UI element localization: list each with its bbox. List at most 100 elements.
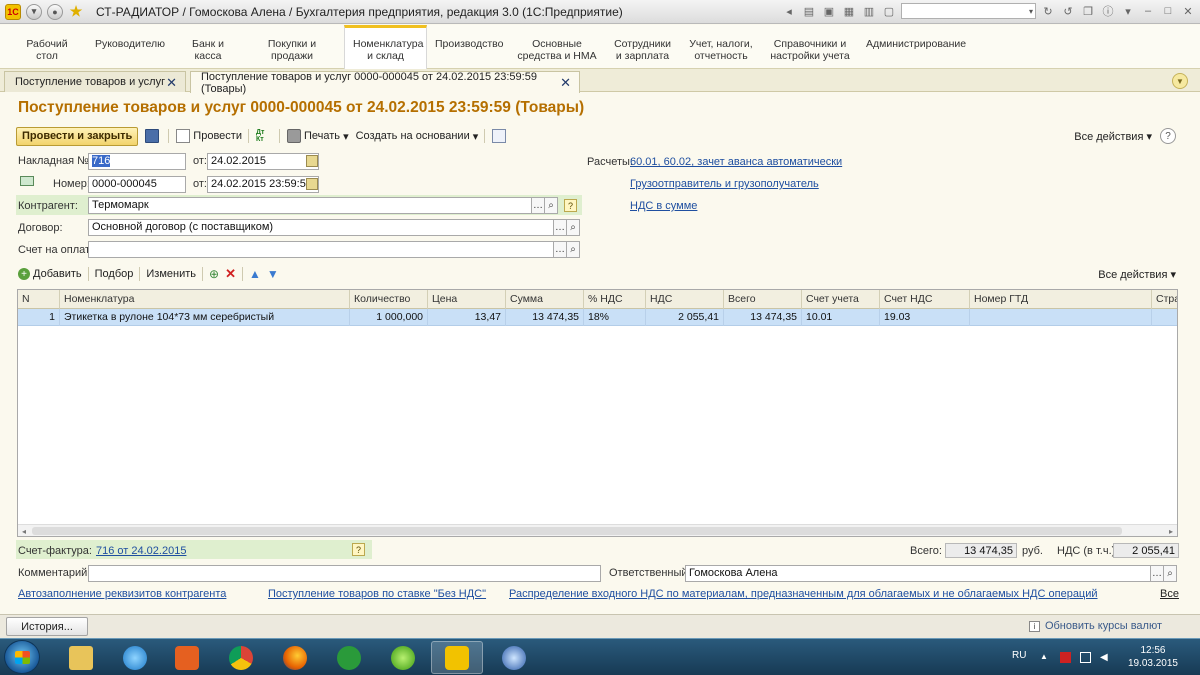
volume-icon[interactable]: ◀ [1100,652,1111,663]
scroll-right-icon[interactable]: ▸ [1165,525,1177,536]
language-indicator[interactable]: RU [1012,650,1026,661]
maximize-icon[interactable]: □ [1160,3,1176,19]
shipper-link[interactable]: Грузоотправитель и грузополучатель [630,178,819,190]
cell-quantity[interactable]: 1 000,000 [350,309,428,326]
history-button[interactable]: История... [6,617,88,636]
calendar-icon[interactable] [306,155,318,167]
search-icon[interactable]: ⌕ [1164,565,1177,582]
number-date-input[interactable]: 24.02.2015 23:59:59 [207,176,319,193]
section-admin[interactable]: Администрирование [858,25,968,69]
change-button[interactable]: Изменить [146,268,196,280]
cell-price[interactable]: 13,47 [428,309,506,326]
select-icon[interactable]: … [554,219,567,236]
column-header[interactable]: Количество [350,290,428,309]
section-references[interactable]: Справочники и настройки учета [762,25,858,69]
favorites-star-icon[interactable]: ★ [68,3,84,20]
ie-icon[interactable] [109,641,161,674]
copy-row-button[interactable]: ⊕ [209,267,219,281]
responsible-input[interactable]: Гомоскова Алена [685,565,1151,582]
search-icon[interactable]: ⌕ [567,219,580,236]
section-desktop[interactable]: Рабочий стол [10,25,84,69]
network-icon[interactable] [1080,652,1091,663]
invoice-link[interactable]: 716 от 24.02.2015 [96,545,186,557]
refresh-icon[interactable]: ↻ [1040,3,1056,19]
copy-icon[interactable]: ▣ [821,3,837,19]
search-input[interactable]: ▾ [901,3,1036,19]
select-icon[interactable]: … [532,197,545,214]
counterparty-input[interactable]: Термомарк [88,197,532,214]
column-header[interactable]: Стра [1152,290,1177,309]
number-input[interactable]: 0000-000045 [88,176,186,193]
help-icon[interactable]: ? [352,543,365,556]
scroll-left-icon[interactable]: ◂ [18,525,30,536]
pay-account-input[interactable] [88,241,554,258]
section-fixed-assets[interactable]: Основные средства и НМА [509,25,605,69]
help-icon[interactable]: ? [1160,128,1176,144]
column-header[interactable]: N [18,290,60,309]
column-header[interactable]: НДС [646,290,724,309]
goods-table[interactable]: N Номенклатура Количество Цена Сумма % Н… [17,289,1178,537]
menu-icon[interactable]: ▾ [1120,3,1136,19]
tabs-menu-icon[interactable]: ▼ [1172,73,1188,89]
help-icon[interactable]: ? [564,199,577,212]
cell-gtd-number[interactable] [970,309,1152,326]
section-nomenclature[interactable]: Номенклатура и склад [344,25,427,69]
cell-country[interactable] [1152,309,1177,326]
select-icon[interactable]: … [1151,565,1164,582]
calendar-icon[interactable] [306,178,318,190]
add-button[interactable]: + Добавить [18,268,82,280]
column-header[interactable]: Счет НДС [880,290,970,309]
column-header[interactable]: Номенклатура [60,290,350,309]
scan-icon[interactable] [20,176,34,186]
cell-vat-account[interactable]: 19.03 [880,309,970,326]
post-and-close-button[interactable]: Провести и закрыть [16,126,139,146]
post-button[interactable]: Провести [176,129,242,143]
section-purchases[interactable]: Покупки и продажи [240,25,344,69]
mail-agent-icon[interactable] [323,641,375,674]
all-actions-menu[interactable]: Все действия ▾ [1074,130,1152,143]
show-hidden-icons-icon[interactable]: ▲ [1040,652,1051,663]
home-icon[interactable]: ● [47,3,63,20]
update-rates-link[interactable]: i Обновить курсы валют [1028,620,1162,632]
settlements-link[interactable]: 60.01, 60.02, зачет аванса автоматически [630,156,842,168]
column-header[interactable]: Всего [724,290,802,309]
invoice-no-input[interactable]: 716 [88,153,186,170]
cell-nomenclature[interactable]: Этикетка в рулоне 104*73 мм серебристый [60,309,350,326]
1c-icon[interactable] [431,641,483,674]
1c-logo-icon[interactable]: 1С [5,3,21,20]
windows-icon[interactable]: ❐ [1080,3,1096,19]
move-down-button[interactable]: ▼ [267,267,279,281]
info-icon[interactable]: ⓘ [1100,3,1116,19]
no-vat-receipt-link[interactable]: Поступление товаров по ставке "Без НДС" [268,588,486,600]
thunderbird-icon[interactable] [488,641,540,674]
cell-vat[interactable]: 2 055,41 [646,309,724,326]
table-row[interactable]: 1 Этикетка в рулоне 104*73 мм серебристы… [18,309,1177,326]
invoice-date-input[interactable]: 24.02.2015 [207,153,319,170]
comment-input[interactable] [88,565,601,582]
dropdown-menu-icon[interactable]: ▾ [26,3,42,20]
table-all-actions-menu[interactable]: Все действия ▾ [1098,268,1176,281]
cell-n[interactable]: 1 [18,309,60,326]
start-button[interactable] [4,640,40,674]
cell-total[interactable]: 13 474,35 [724,309,802,326]
flag-icon[interactable] [1060,652,1071,663]
column-header[interactable]: Счет учета [802,290,880,309]
tab-receipt-document[interactable]: Поступление товаров и услуг 0000-000045 … [190,71,580,95]
print-icon[interactable]: ▤ [801,3,817,19]
minimize-icon[interactable]: – [1140,3,1156,19]
media-player-icon[interactable] [161,641,213,674]
print-button[interactable]: Печать ▾ [286,129,349,143]
tab-receipts-list[interactable]: Поступление товаров и услуг ✕ [4,71,186,92]
clock[interactable]: 12:56 19.03.2015 [1128,644,1178,670]
chrome-icon[interactable] [215,641,267,674]
icq-icon[interactable] [377,641,429,674]
section-manager[interactable]: Руководителю [84,25,176,69]
column-header[interactable]: % НДС [584,290,646,309]
section-staff[interactable]: Сотрудники и зарплата [605,25,680,69]
close-tab-icon[interactable]: ✕ [560,75,571,91]
column-header[interactable]: Цена [428,290,506,309]
move-up-button[interactable]: ▲ [249,267,261,281]
vat-in-sum-link[interactable]: НДС в сумме [630,200,697,212]
clipboard-icon[interactable]: ▢ [881,3,897,19]
search-icon[interactable]: ⌕ [545,197,558,214]
